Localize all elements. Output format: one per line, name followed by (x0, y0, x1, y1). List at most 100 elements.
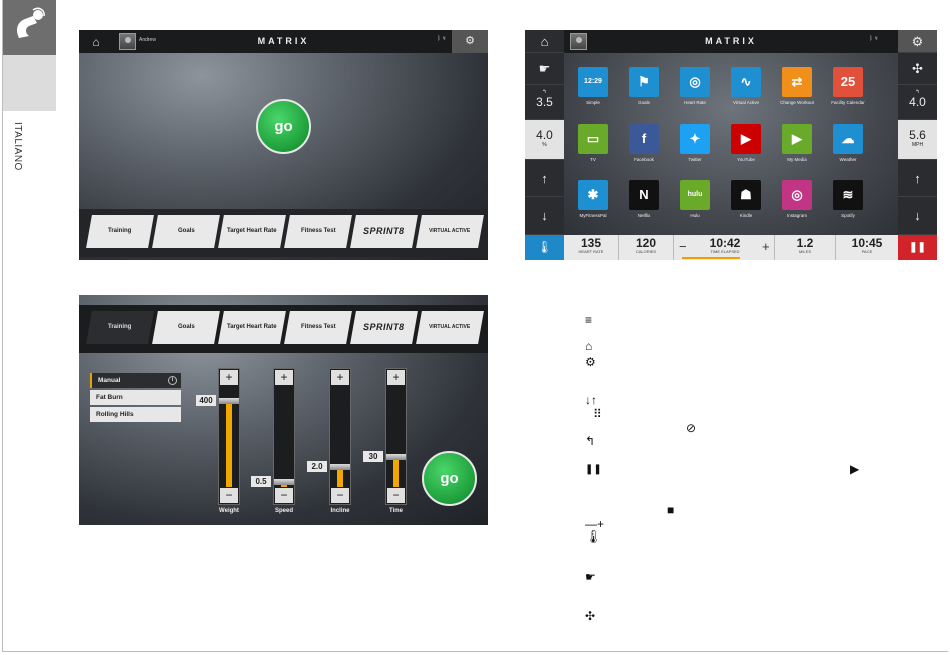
tab-training[interactable]: Training (86, 215, 154, 248)
tab-target-heart-rate[interactable]: Target Heart Rate (218, 311, 286, 344)
app-label: Netflix (637, 213, 651, 218)
program-item[interactable]: Fat Burn (90, 390, 181, 405)
app-tile[interactable]: ⇄ Change Workout (775, 67, 819, 105)
home-icon: ⌂ (585, 339, 593, 353)
app-label: Instagram (786, 213, 807, 218)
incline-up-button[interactable]: ↑ (525, 160, 564, 197)
hand-icon: ☛ (585, 570, 596, 584)
app-tile[interactable]: ◎ Heart Rate (673, 67, 717, 105)
stat-pace: 10:45 PACE (851, 236, 883, 254)
incline-plus-button[interactable]: + (331, 370, 349, 385)
app-tile[interactable]: ◎ Instagram (775, 180, 819, 218)
go-button[interactable]: go (256, 99, 311, 154)
stop-icon: ■ (667, 503, 675, 517)
app-tile[interactable]: ☁ Weather (826, 124, 870, 162)
program-tabs: Training Goals Target Heart Rate Fitness… (79, 209, 488, 257)
app-icon: ✱ (578, 180, 608, 210)
top-bar: ⌂ Andrew MATRIX ᛒ ≋ ⚙ (79, 30, 488, 53)
incline-handle[interactable] (330, 464, 350, 470)
app-tile[interactable]: hulu Hulu (673, 180, 717, 218)
incline-fill (337, 467, 343, 487)
weight-slider[interactable]: + − (218, 368, 240, 505)
app-tile[interactable]: ⚑ Goals (622, 67, 666, 105)
tab-virtual-active[interactable]: VIRTUAL ACTIVE (416, 311, 484, 344)
time-plus-button[interactable]: + (387, 370, 405, 385)
incline-back-button[interactable]: ↰ 3.5 (525, 85, 564, 120)
time-slider[interactable]: + − (385, 368, 407, 505)
tab-goals[interactable]: Goals (152, 311, 220, 344)
speed-value: 0.5 (251, 476, 271, 487)
app-icon: ✦ (680, 124, 710, 154)
app-tile[interactable]: 12:29 Simple (571, 67, 615, 105)
speed-slider[interactable]: + − (273, 368, 295, 505)
hand-icon[interactable]: ☛ (525, 53, 564, 85)
gear-icon: ⚙ (585, 355, 596, 369)
program-item[interactable]: Rolling Hills (90, 407, 181, 422)
app-tile[interactable]: ▶ My Media (775, 124, 819, 162)
incline-display: 4.0% (525, 120, 564, 160)
fan-icon[interactable]: ✣ (898, 53, 937, 85)
time-minus-button[interactable]: − (387, 488, 405, 503)
thermometer-icon: 🌡 (585, 529, 602, 544)
incline-down-button[interactable]: ↓ (525, 197, 564, 235)
home-screen: ⌂ Andrew MATRIX ᛒ ≋ ⚙ go Training Goals … (79, 30, 488, 260)
app-tile[interactable]: ▶ YouTube (724, 124, 768, 162)
app-icon: ◎ (680, 67, 710, 97)
time-handle[interactable] (386, 454, 406, 460)
app-icon: ▭ (578, 124, 608, 154)
gear-icon[interactable]: ⚙ (452, 30, 488, 53)
app-tile[interactable]: f Facebook (622, 124, 666, 162)
app-tile[interactable]: ✱ MyFitnessPal (571, 180, 615, 218)
app-label: My Media (787, 157, 807, 162)
pause-icon[interactable]: ❚❚ (898, 235, 937, 260)
incline-slider[interactable]: + − (329, 368, 351, 505)
incline-minus-button[interactable]: − (331, 488, 349, 503)
weight-value: 400 (196, 395, 216, 406)
top-bar: MATRIX ᛒ ≋ (564, 30, 898, 53)
app-tile[interactable]: ✦ Twitter (673, 124, 717, 162)
tab-sprint8[interactable]: SPRINT8 (350, 311, 418, 344)
section-tab-icon (3, 0, 56, 55)
app-tile[interactable]: ∿ Virtual Active (724, 67, 768, 105)
app-label: Goals (638, 100, 650, 105)
minus-button[interactable]: − (679, 239, 687, 254)
tab-sprint8[interactable]: SPRINT8 (350, 215, 418, 248)
tab-fitness-test[interactable]: Fitness Test (284, 215, 352, 248)
app-tile[interactable]: ≋ Spotify (826, 180, 870, 218)
tab-training[interactable]: Training (86, 311, 154, 344)
app-icon: ☁ (833, 124, 863, 154)
speed-plus-button[interactable]: + (275, 370, 293, 385)
app-label: Virtual Active (733, 100, 759, 105)
speed-minus-button[interactable]: − (275, 488, 293, 503)
weight-plus-button[interactable]: + (220, 370, 238, 385)
language-label: ITALIANO (12, 122, 23, 171)
tab-fitness-test[interactable]: Fitness Test (284, 311, 352, 344)
home-icon[interactable]: ⌂ (525, 30, 564, 53)
app-icon: ⚑ (629, 67, 659, 97)
training-screen: Training Goals Target Heart Rate Fitness… (79, 295, 488, 525)
app-icon: 25 (833, 67, 863, 97)
speed-back-button[interactable]: ↰ 4.0 (898, 85, 937, 120)
tab-target-heart-rate[interactable]: Target Heart Rate (218, 215, 286, 248)
info-icon: i (168, 376, 177, 385)
app-label: Change Workout (780, 100, 814, 105)
app-tile[interactable]: ☗ Kindle (724, 180, 768, 218)
tab-virtual-active[interactable]: VIRTUAL ACTIVE (416, 215, 484, 248)
gear-icon[interactable]: ⚙ (898, 30, 937, 53)
weight-minus-button[interactable]: − (220, 488, 238, 503)
app-label: YouTube (737, 157, 755, 162)
plus-button[interactable]: + (762, 239, 770, 254)
program-item[interactable]: Manual i (90, 373, 181, 388)
thermometer-icon[interactable]: 🌡 (525, 235, 564, 260)
app-tile[interactable]: 25 Facility Calendar (826, 67, 870, 105)
speed-down-button[interactable]: ↓ (898, 197, 937, 235)
app-label: Hulu (690, 213, 700, 218)
tab-goals[interactable]: Goals (152, 215, 220, 248)
speed-up-button[interactable]: ↑ (898, 160, 937, 197)
app-tile[interactable]: ▭ TV (571, 124, 615, 162)
app-tile[interactable]: N Netflix (622, 180, 666, 218)
speed-handle[interactable] (274, 479, 294, 485)
weight-handle[interactable] (219, 398, 239, 404)
speed-label: Speed (274, 508, 293, 514)
go-button[interactable]: go (422, 451, 477, 506)
